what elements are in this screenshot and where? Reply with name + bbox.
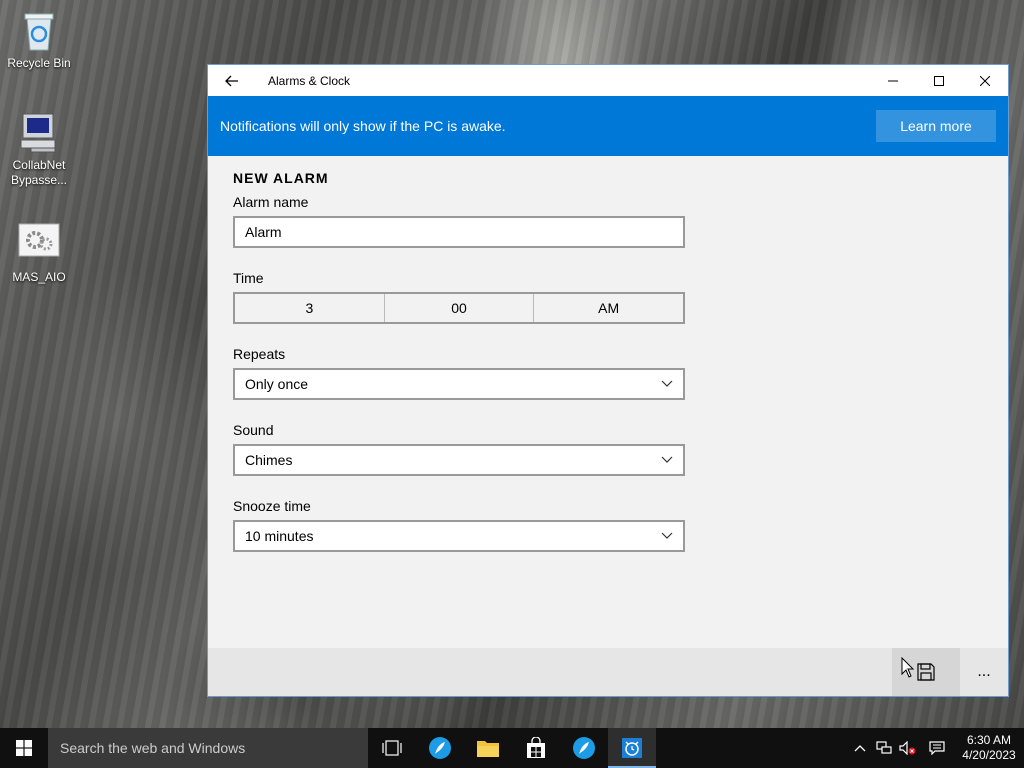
taskbar-search-input[interactable]: Search the web and Windows [48,728,368,768]
mouse-cursor-icon [901,657,915,678]
computer-icon [17,110,61,154]
taskbar-alarms-clock[interactable] [608,728,656,768]
recycle-bin-icon [17,8,61,52]
clock-time: 6:30 AM [966,733,1012,747]
repeats-value: Only once [245,376,309,392]
close-button[interactable] [962,65,1008,96]
alarm-name-label: Alarm name [233,194,309,210]
alarm-name-input[interactable]: Alarm [233,216,685,248]
save-icon [917,663,935,681]
feather-app-icon [429,737,451,759]
windows-logo-icon [16,740,32,756]
window-title: Alarms & Clock [268,73,351,88]
snooze-dropdown[interactable]: 10 minutes [233,520,685,552]
close-icon [980,75,990,86]
time-minute[interactable]: 00 [385,294,535,322]
notification-icon [929,741,945,755]
sound-value: Chimes [245,452,293,468]
repeats-label: Repeats [233,346,286,362]
taskbar-app-feather[interactable] [416,728,464,768]
volume-button[interactable] [896,728,920,768]
back-button[interactable] [208,65,256,96]
taskbar-clock[interactable]: 6:30 AM 4/20/2023 [954,733,1024,763]
notification-banner: Notifications will only show if the PC i… [208,96,1008,156]
folder-icon [477,741,499,757]
chevron-down-icon [661,456,673,463]
network-button[interactable] [872,728,896,768]
time-hour[interactable]: 3 [235,294,385,322]
desktop-icon-label: CollabNet Bypasse... [10,158,68,187]
feather-app-icon [573,737,595,759]
chevron-up-icon [854,745,866,752]
command-bar: ... [208,648,1008,696]
task-view-button[interactable] [368,728,416,768]
sound-label: Sound [233,422,274,438]
desktop-icon-label: MAS_AIO [12,270,66,284]
desktop-icon-recycle-bin[interactable]: Recycle Bin [1,8,77,71]
start-button[interactable] [0,728,48,768]
learn-more-button[interactable]: Learn more [876,110,996,142]
taskbar-file-explorer[interactable] [464,728,512,768]
maximize-button[interactable] [916,65,962,96]
desktop-icon-label: Recycle Bin [7,56,71,70]
snooze-label: Snooze time [233,498,311,514]
desktop-icon-mas-aio[interactable]: MAS_AIO [1,222,77,285]
back-arrow-icon [225,75,238,86]
minimize-button[interactable] [870,65,916,96]
page-title: NEW ALARM [233,170,329,186]
more-options-button[interactable]: ... [960,648,1008,696]
store-bag-icon [527,737,545,758]
time-label: Time [233,270,264,286]
taskbar: Search the web and Windows 6:30 AM 4/20/… [0,728,1024,768]
chevron-down-icon [661,532,673,539]
settings-gears-icon [17,222,61,266]
banner-message: Notifications will only show if the PC i… [220,118,506,134]
system-tray: 6:30 AM 4/20/2023 [848,728,1024,768]
taskbar-store[interactable] [512,728,560,768]
title-bar: Alarms & Clock [208,65,1008,96]
network-icon [876,741,892,754]
alarm-clock-icon [622,738,642,758]
action-center-button[interactable] [920,728,954,768]
chevron-down-icon [661,380,673,387]
volume-muted-icon [899,741,916,755]
sound-dropdown[interactable]: Chimes [233,444,685,476]
alarms-clock-window: Alarms & Clock Notifications will only s… [207,64,1009,697]
taskbar-app-feather-2[interactable] [560,728,608,768]
maximize-icon [934,75,944,86]
time-picker[interactable]: 3 00 AM [233,292,685,324]
repeats-dropdown[interactable]: Only once [233,368,685,400]
minimize-icon [888,80,898,81]
task-view-icon [382,740,402,756]
new-alarm-form: NEW ALARM Alarm name Alarm Time 3 00 AM … [208,156,1008,552]
show-hidden-icons-button[interactable] [848,728,872,768]
time-period[interactable]: AM [534,294,683,322]
snooze-value: 10 minutes [245,528,314,544]
desktop-icon-collabnet[interactable]: CollabNet Bypasse... [1,110,77,188]
clock-date: 4/20/2023 [962,748,1016,762]
